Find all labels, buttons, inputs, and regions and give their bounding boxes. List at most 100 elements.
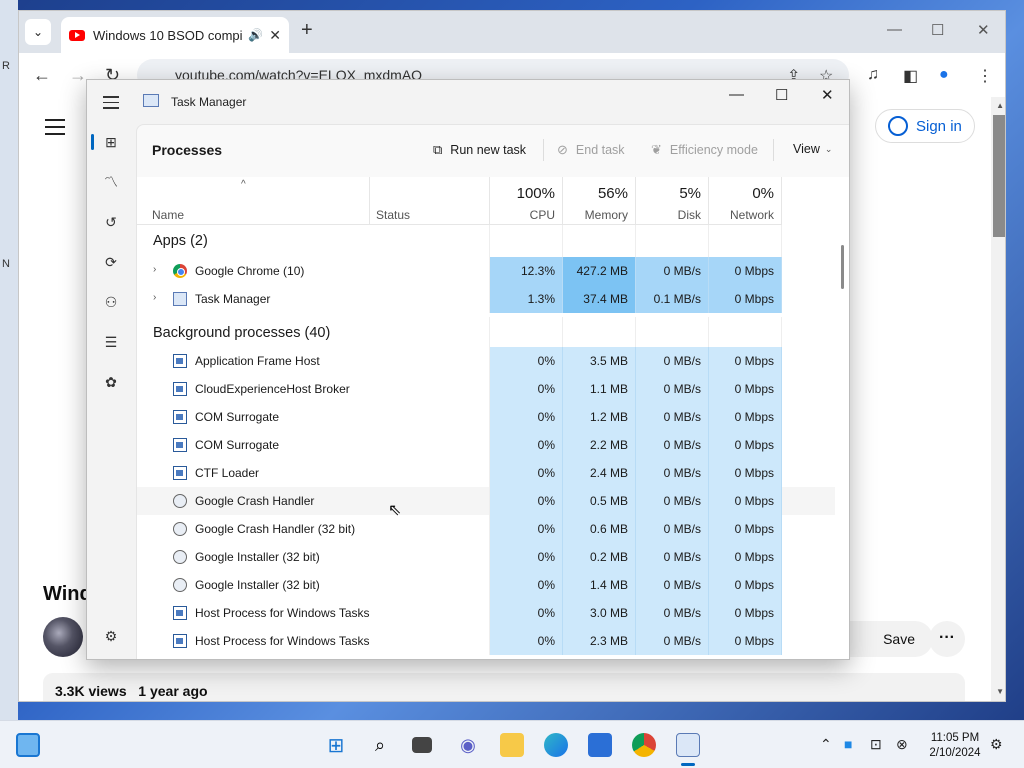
- media-control-icon[interactable]: ♫: [867, 66, 879, 84]
- expand-chevron-icon[interactable]: ›: [153, 292, 156, 303]
- name-cell: COM Surrogate: [137, 431, 370, 459]
- expand-chevron-icon[interactable]: ›: [153, 264, 156, 275]
- efficiency-mode-button[interactable]: ❦ Efficiency mode: [651, 142, 758, 158]
- back-icon[interactable]: ←: [33, 65, 51, 86]
- browser-tab-active[interactable]: Windows 10 BSOD compila 🔊 ✕: [61, 17, 289, 53]
- channel-avatar[interactable]: [43, 617, 83, 657]
- command-divider: [773, 139, 774, 161]
- volume-muted-icon[interactable]: ⊗: [896, 736, 908, 753]
- app-history-nav-icon[interactable]: ↺: [101, 212, 121, 232]
- process-row[interactable]: › Google Chrome (10) 12.3% 427.2 MB 0 MB/s 0 …: [137, 257, 835, 285]
- maximize-icon[interactable]: ☐: [775, 86, 788, 104]
- description-box[interactable]: 3.3K views 1 year ago: [43, 673, 965, 701]
- sort-ascending-icon: ^: [241, 179, 246, 190]
- task-view-icon[interactable]: [412, 737, 432, 753]
- startup-apps-nav-icon[interactable]: ⟳: [101, 252, 121, 272]
- browser-menu-icon[interactable]: ⋮: [977, 66, 993, 86]
- column-header-name[interactable]: ^ Name: [137, 177, 370, 225]
- performance-nav-icon[interactable]: 〽: [101, 172, 121, 192]
- run-new-task-button[interactable]: ⧉ Run new task: [433, 142, 526, 158]
- minimize-icon[interactable]: —: [887, 21, 902, 38]
- services-nav-icon[interactable]: ✿: [101, 372, 121, 392]
- window-icon: [173, 410, 187, 424]
- forward-icon[interactable]: →: [69, 65, 87, 86]
- processes-nav-icon[interactable]: ⊞: [101, 132, 121, 152]
- page-scrollbar[interactable]: ▲ ▼: [991, 97, 1005, 701]
- process-row[interactable]: CloudExperienceHost Broker 0% 1.1 MB 0 MB/s…: [137, 375, 835, 403]
- clock[interactable]: 11:05 PM 2/10/2024: [920, 731, 990, 761]
- sign-in-label: Sign in: [916, 117, 962, 135]
- profile-icon[interactable]: ●: [939, 66, 949, 84]
- task-manager-icon[interactable]: [676, 733, 700, 757]
- close-window-icon[interactable]: ✕: [977, 21, 990, 39]
- settings-nav-icon[interactable]: ⚙: [101, 626, 121, 646]
- column-label: Disk: [677, 208, 701, 222]
- edge-icon[interactable]: [544, 733, 568, 757]
- column-header-memory[interactable]: 56% Memory: [563, 177, 636, 225]
- navigation-menu-icon[interactable]: [103, 96, 119, 113]
- column-header-status[interactable]: Status: [370, 177, 490, 225]
- file-explorer-icon[interactable]: [500, 733, 524, 757]
- new-tab-button[interactable]: +: [301, 19, 313, 42]
- process-row[interactable]: Google Installer (32 bit) 0% 0.2 MB 0 MB/s 0…: [137, 543, 835, 571]
- cpu-cell: 0%: [490, 487, 563, 515]
- chevron-up-icon[interactable]: ⌃: [820, 736, 832, 753]
- process-row[interactable]: Google Crash Handler 0% 0.5 MB 0 MB/s 0 Mbps: [137, 487, 835, 515]
- tab-search-button[interactable]: ⌄: [25, 19, 51, 45]
- table-scrollbar[interactable]: [841, 245, 844, 289]
- network-cell: 0 Mbps: [709, 257, 782, 285]
- sign-in-button[interactable]: Sign in: [875, 109, 975, 143]
- tray-app-icon[interactable]: ■: [844, 736, 852, 752]
- process-row[interactable]: › Task Manager 1.3% 37.4 MB 0.1 MB/s 0 Mbps: [137, 285, 835, 313]
- column-header-network[interactable]: 0% Network: [709, 177, 782, 225]
- process-name: Google Chrome (10): [195, 264, 305, 278]
- process-row[interactable]: COM Surrogate 0% 1.2 MB 0 MB/s 0 Mbps: [137, 403, 835, 431]
- search-icon[interactable]: ⌕: [368, 733, 392, 757]
- details-nav-icon[interactable]: ☰: [101, 332, 121, 352]
- processes-panel: Processes ⧉ Run new task ⊘ End task ❦ Ef…: [136, 124, 849, 659]
- efficiency-mode-label: Efficiency mode: [669, 143, 758, 157]
- process-row[interactable]: CTF Loader 0% 2.4 MB 0 MB/s 0 Mbps: [137, 459, 835, 487]
- end-task-button[interactable]: ⊘ End task: [557, 142, 625, 158]
- process-row[interactable]: Host Process for Windows Tasks 0% 3.0 MB 0 …: [137, 599, 835, 627]
- start-icon[interactable]: ⊞: [324, 733, 348, 757]
- process-rows: Apps (2) › Google Chrome (10) 12.3% 427.2 MB…: [137, 225, 835, 659]
- network-cell: 0 Mbps: [709, 515, 782, 543]
- process-row[interactable]: Google Installer (32 bit) 0% 1.4 MB 0 MB/s 0…: [137, 571, 835, 599]
- more-actions-icon[interactable]: ···: [929, 621, 965, 657]
- scrollbar-thumb[interactable]: [993, 115, 1005, 237]
- view-dropdown[interactable]: View ⌄: [793, 142, 832, 156]
- group-title: Apps (2): [153, 233, 208, 249]
- close-icon[interactable]: ✕: [821, 86, 834, 104]
- memory-cell: 2.2 MB: [563, 431, 636, 459]
- close-tab-icon[interactable]: ✕: [269, 27, 281, 44]
- command-bar: Processes ⧉ Run new task ⊘ End task ❦ Ef…: [137, 125, 849, 177]
- scroll-down-icon[interactable]: ▼: [996, 687, 1004, 696]
- chat-icon[interactable]: ◉: [456, 733, 480, 757]
- store-icon[interactable]: [588, 733, 612, 757]
- process-row[interactable]: Google Crash Handler (32 bit) 0% 0.6 MB 0 M…: [137, 515, 835, 543]
- minimize-icon[interactable]: —: [729, 86, 744, 103]
- cpu-cell: 12.3%: [490, 257, 563, 285]
- users-nav-icon[interactable]: ⚇: [101, 292, 121, 312]
- status-cell: [370, 375, 490, 403]
- side-panel-icon[interactable]: ◧: [903, 66, 918, 86]
- memory-cell: 1.4 MB: [563, 571, 636, 599]
- widgets-icon[interactable]: [16, 733, 40, 757]
- column-header-cpu[interactable]: 100% CPU: [490, 177, 563, 225]
- network-cell: 0 Mbps: [709, 285, 782, 313]
- speaker-icon[interactable]: 🔊: [248, 28, 263, 42]
- column-header-disk[interactable]: 5% Disk: [636, 177, 709, 225]
- youtube-menu-icon[interactable]: [45, 119, 65, 140]
- process-row[interactable]: Host Process for Windows Tasks 0% 2.3 MB 0 …: [137, 627, 835, 655]
- network-icon[interactable]: ⊡: [870, 736, 882, 753]
- notification-icon[interactable]: ⚙: [990, 736, 1003, 753]
- column-label: Status: [376, 208, 411, 222]
- process-row[interactable]: COM Surrogate 0% 2.2 MB 0 MB/s 0 Mbps: [137, 431, 835, 459]
- chrome-icon[interactable]: [632, 733, 656, 757]
- process-row[interactable]: Application Frame Host 0% 3.5 MB 0 MB/s 0 Mb…: [137, 347, 835, 375]
- scroll-up-icon[interactable]: ▲: [996, 101, 1004, 110]
- maximize-icon[interactable]: ☐: [931, 21, 944, 39]
- memory-cell: 0.5 MB: [563, 487, 636, 515]
- end-task-label: End task: [575, 143, 625, 157]
